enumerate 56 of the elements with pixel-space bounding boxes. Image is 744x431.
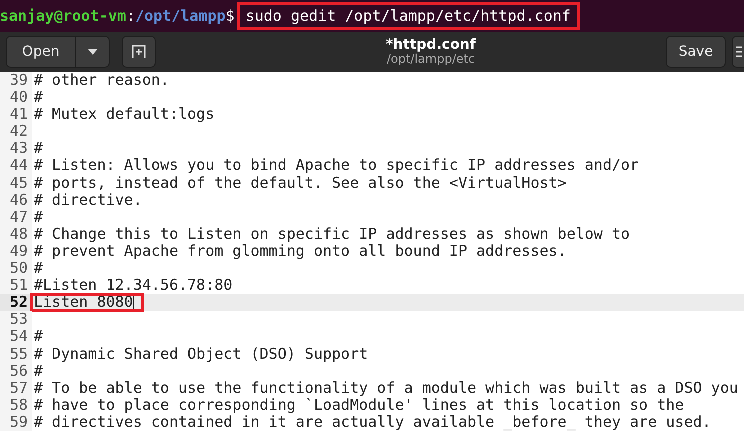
open-button[interactable]: Open (6, 36, 76, 68)
line-number: 48 (0, 226, 32, 243)
new-tab-button[interactable] (122, 36, 156, 68)
code-line: # (34, 140, 44, 158)
code-line: # Dynamic Shared Object (DSO) Support (34, 346, 368, 363)
line-number: 39 (0, 72, 32, 90)
terminal-command: sudo gedit /opt/lampp/etc/httpd.conf (236, 2, 580, 30)
document-path: /opt/lampp/etc (386, 53, 476, 67)
terminal-path: /opt/lampp (135, 7, 226, 25)
line-number: 59 (0, 414, 32, 431)
line-number: 52 (0, 294, 32, 312)
code-line: # Mutex default:logs (34, 106, 215, 124)
code-line: # other reason. (34, 72, 170, 90)
code-line: # (34, 89, 44, 106)
code-line: # Listen: Allows you to bind Apache to specific IP addresses and/or (34, 157, 640, 175)
code-line: # (34, 208, 44, 226)
save-button[interactable]: Save (666, 36, 726, 68)
line-number: 40 (0, 89, 32, 106)
line-number: 42 (0, 123, 32, 140)
caret-icon (88, 49, 98, 55)
code-line: Listen 8080 (34, 294, 134, 312)
line-number: 47 (0, 208, 32, 226)
line-number: 54 (0, 328, 32, 346)
code-line: # (34, 328, 44, 346)
line-number: 51 (0, 277, 32, 294)
line-number: 55 (0, 346, 32, 363)
line-number: 50 (0, 260, 32, 278)
code-line: # prevent Apache from glomming onto all bound IP addresses. (34, 242, 567, 260)
line-number: 41 (0, 106, 32, 124)
line-number: 56 (0, 362, 32, 380)
code-line: # (34, 362, 44, 380)
code-line: #Listen 12.34.56.78:80 (34, 277, 233, 294)
code-line: # directive. (34, 192, 142, 209)
new-tab-icon (132, 45, 146, 59)
menu-icon (736, 46, 742, 58)
dropdown-button[interactable] (76, 36, 110, 68)
code-line: # have to place corresponding `LoadModule' lines at this location so the (34, 396, 684, 414)
code-line: # To be able to use the functionality of a module which was built as a DSO you (34, 380, 738, 397)
line-number: 45 (0, 174, 32, 192)
line-number: 57 (0, 380, 32, 397)
terminal-separator: : (126, 7, 136, 25)
terminal-user-host: sanjay@root-vm (0, 7, 126, 25)
code-line: # ports, instead of the default. See also the <VirtualHost> (34, 174, 567, 192)
code-line: # Change this to Listen on specific IP addresses as shown below to (34, 226, 630, 243)
document-title: *httpd.conf (386, 37, 476, 54)
text-cursor (133, 295, 134, 310)
line-number: 46 (0, 192, 32, 209)
terminal-prompt: $ (226, 7, 235, 25)
line-number: 53 (0, 311, 32, 328)
line-number: 43 (0, 140, 32, 158)
line-number: 49 (0, 242, 32, 260)
menu-button[interactable] (732, 36, 744, 68)
line-number: 58 (0, 396, 32, 414)
code-line: # (34, 260, 44, 278)
code-line: # directives contained in it are actually available _before_ they are used. (34, 414, 712, 431)
line-number: 44 (0, 157, 32, 175)
